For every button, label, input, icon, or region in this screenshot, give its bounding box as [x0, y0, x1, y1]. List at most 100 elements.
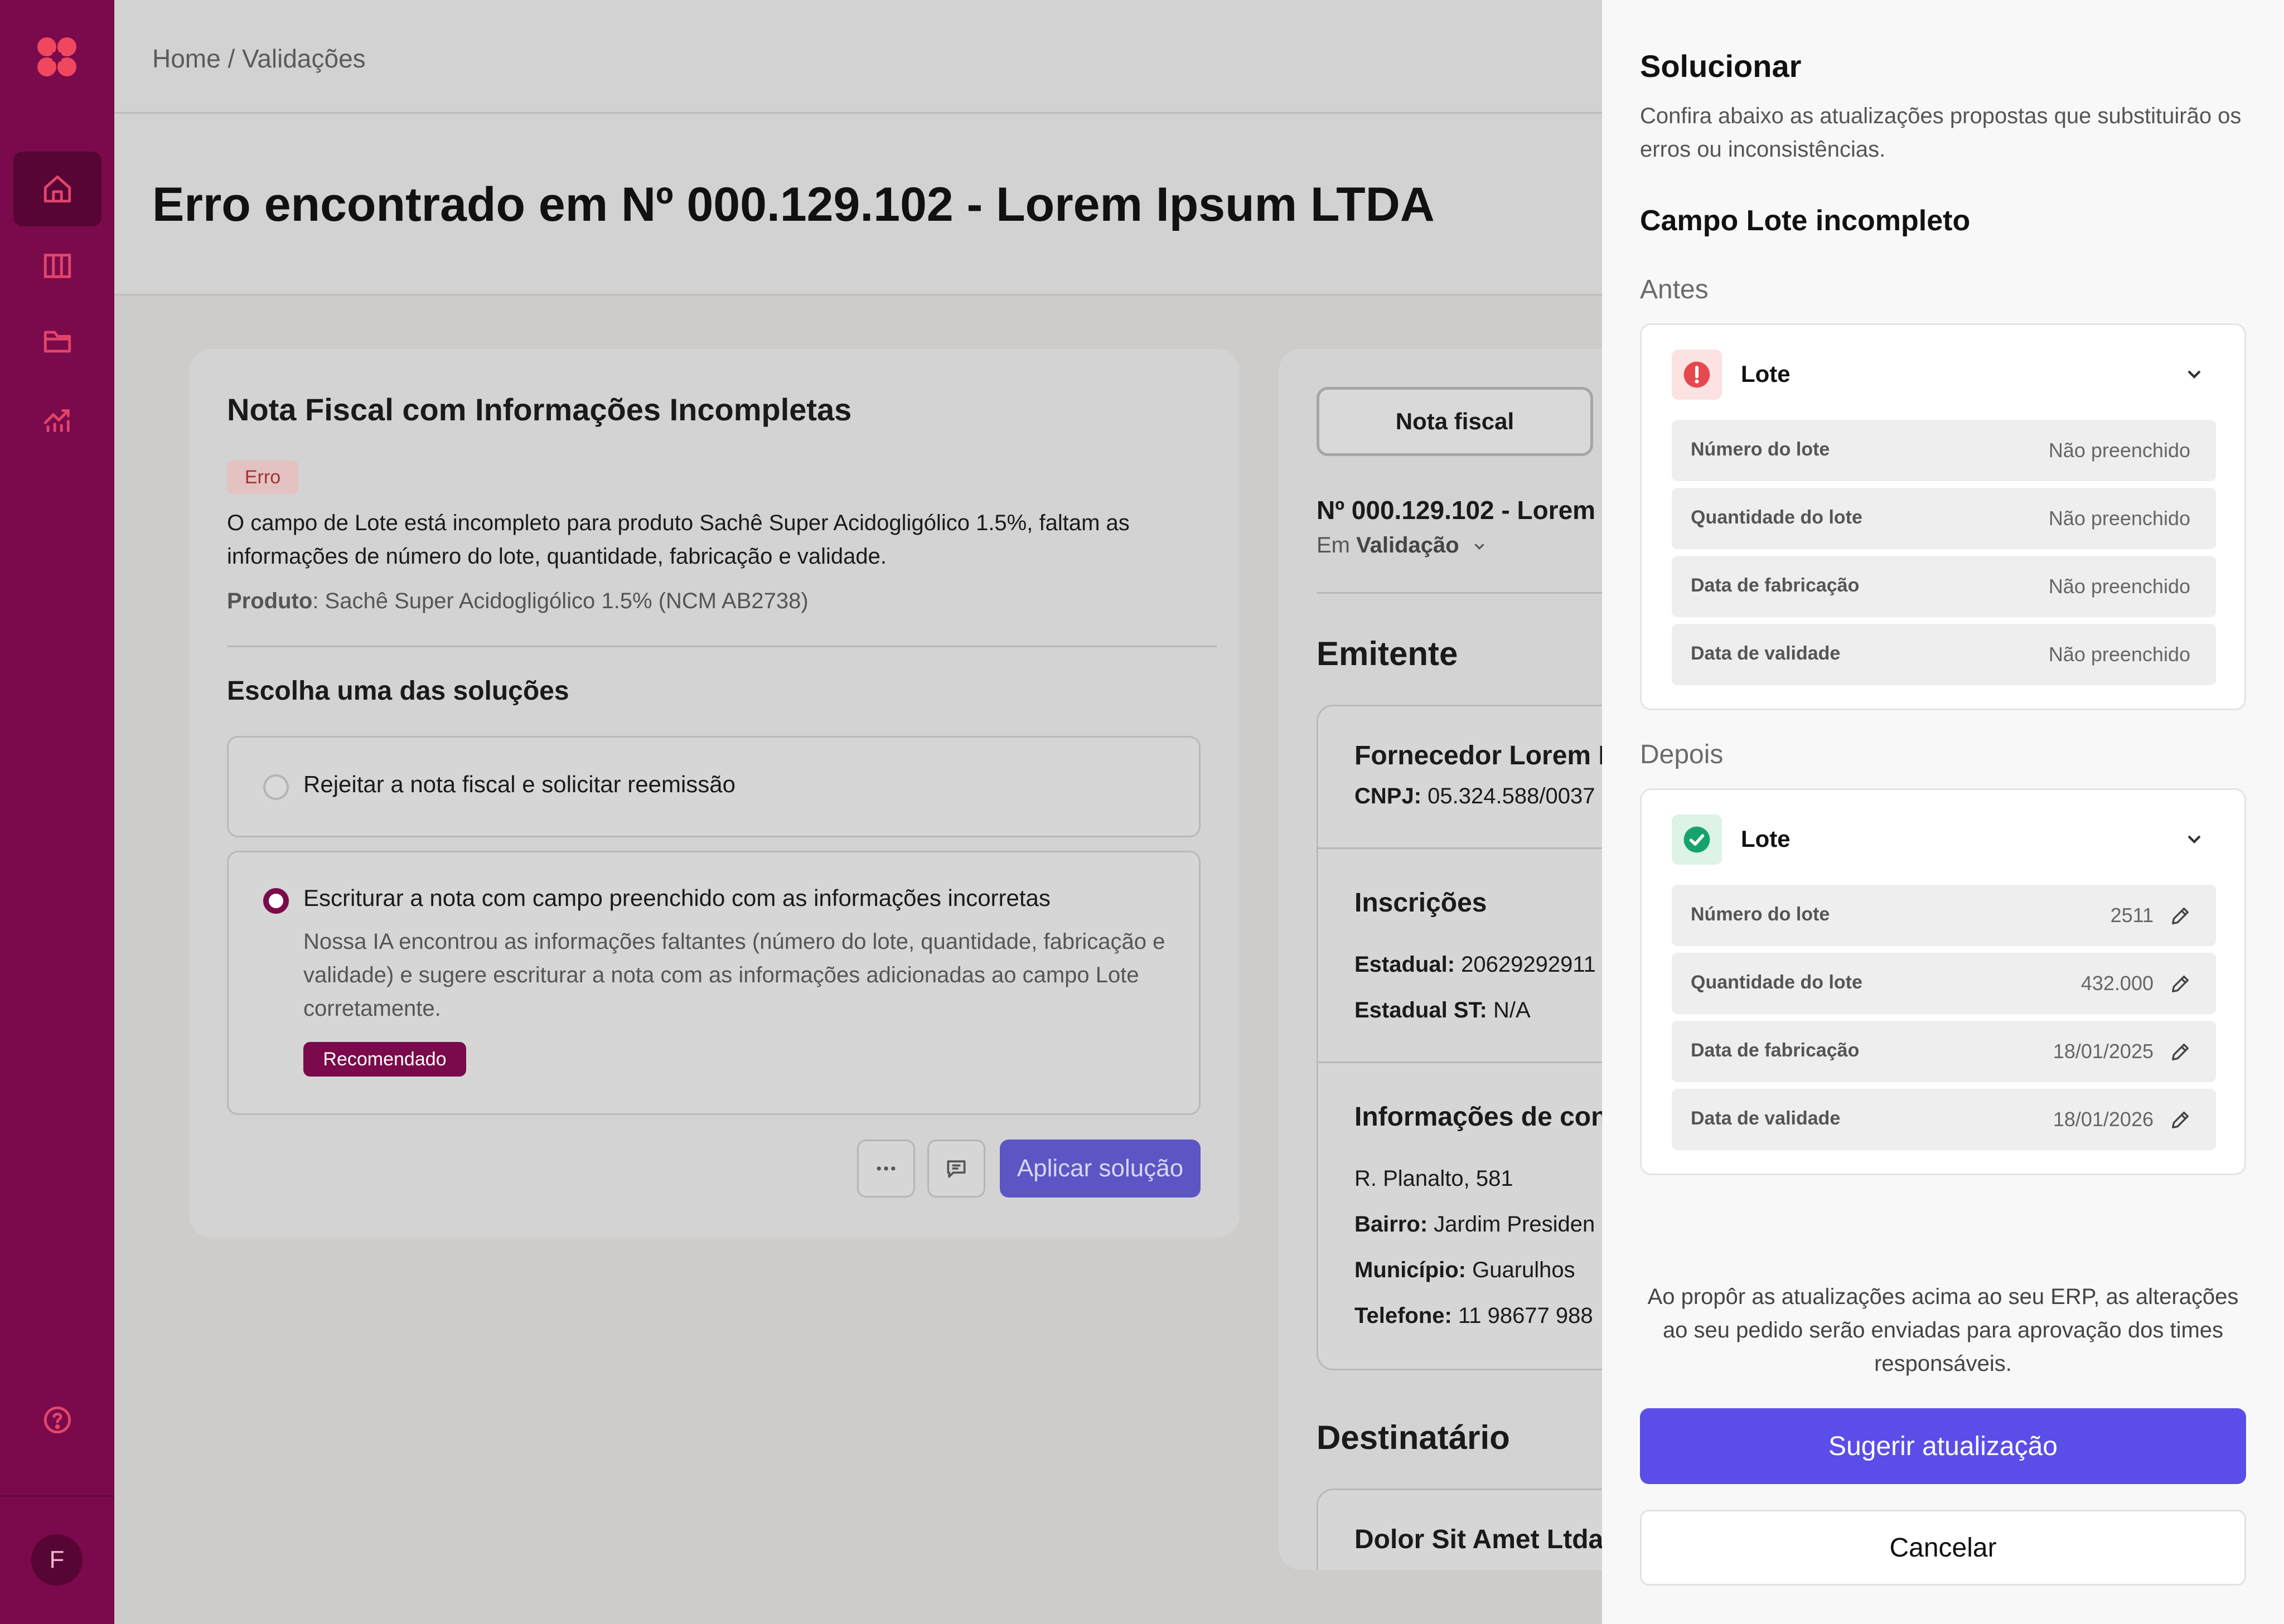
cnpj: CNPJ: 05.324.588/0037	[1354, 784, 1595, 809]
more-icon	[877, 1166, 896, 1171]
status-dropdown[interactable]: Em Validação	[1317, 533, 1488, 558]
error-badge: Erro	[227, 460, 298, 494]
nav-home[interactable]	[13, 152, 101, 226]
cnpj-value: 05.324.588/0037	[1421, 784, 1595, 808]
chevron-down-icon[interactable]	[2183, 363, 2205, 385]
comment-icon	[947, 1160, 966, 1178]
bairro-label: Bairro:	[1354, 1212, 1428, 1237]
suggest-update-button[interactable]: Sugerir atualização	[1640, 1408, 2246, 1484]
nav-help[interactable]	[13, 1383, 101, 1457]
row-label: Número do lote	[1691, 904, 1830, 925]
field-name: Lote	[1741, 826, 1791, 852]
nav-analytics[interactable]	[13, 381, 101, 456]
chevron-down-icon	[1474, 544, 1484, 550]
card-description: O campo de Lote está incompleto para pro…	[227, 511, 1130, 569]
row-value: Não preenchido	[2048, 575, 2190, 598]
apply-solution-button[interactable]: Aplicar solução	[1000, 1140, 1201, 1198]
folder-icon	[43, 331, 71, 353]
option-label: Rejeitar a nota fiscal e solicitar reemi…	[303, 771, 735, 797]
emitente-title: Emitente	[1317, 635, 1458, 672]
breadcrumb[interactable]: Home / Validações	[152, 43, 366, 74]
estadual-st-label: Estadual ST:	[1354, 998, 1487, 1022]
recipient-name: Dolor Sit Amet Ltda	[1354, 1525, 1604, 1554]
row-label: Data de validade	[1691, 1108, 1841, 1129]
before-row: Data de validade Não preenchido	[1672, 624, 2216, 685]
success-status	[1672, 815, 1722, 865]
nav-columns[interactable]	[13, 229, 101, 303]
pencil-icon[interactable]	[2169, 1109, 2191, 1131]
avatar[interactable]: F	[31, 1534, 83, 1586]
row-value: 432.000	[2080, 972, 2154, 995]
after-row: Data de fabricação 18/01/2025	[1672, 1021, 2216, 1082]
cancel-button[interactable]: Cancelar	[1640, 1510, 2246, 1586]
supplier-name: Fornecedor Lorem Ip	[1354, 741, 1623, 770]
estadual-st-value: N/A	[1487, 998, 1531, 1022]
telefone-value: 11 98677 988	[1451, 1303, 1593, 1328]
cnpj-label: CNPJ:	[1354, 784, 1422, 808]
sidebar: F	[0, 0, 114, 1624]
row-value: Não preenchido	[2048, 507, 2190, 530]
telefone-label: Telefone:	[1354, 1303, 1452, 1328]
solution-option-fill[interactable]: Escriturar a nota com campo preenchido c…	[227, 851, 1201, 1115]
solution-option-reject[interactable]: Rejeitar a nota fiscal e solicitar reemi…	[227, 736, 1201, 837]
after-row: Quantidade do lote 432.000	[1672, 953, 2216, 1014]
radio-checked[interactable]	[263, 888, 289, 914]
estadual-st: Estadual ST: N/A	[1354, 998, 1531, 1023]
tab-nota-fiscal[interactable]: Nota fiscal	[1317, 387, 1593, 456]
row-label: Quantidade do lote	[1691, 507, 1862, 528]
check-circle-icon	[1683, 826, 1710, 853]
row-label: Quantidade do lote	[1691, 972, 1862, 993]
product-label: Produto	[227, 589, 313, 613]
sidebar-divider	[0, 1495, 114, 1497]
after-row: Data de validade 18/01/2026	[1672, 1089, 2216, 1150]
pencil-icon[interactable]	[2169, 905, 2191, 927]
contato-title: Informações de cont	[1354, 1102, 1617, 1132]
solve-panel: Solucionar Confira abaixo as atualizaçõe…	[1602, 0, 2284, 1624]
chart-icon	[43, 409, 70, 433]
estadual: Estadual: 20629292911	[1354, 952, 1596, 977]
before-label: Antes	[1640, 275, 1709, 304]
row-label: Data de validade	[1691, 643, 1841, 664]
field-name: Lote	[1741, 361, 1791, 387]
after-label: Depois	[1640, 740, 1724, 769]
error-card: Nota Fiscal com Informações Incompletas …	[189, 349, 1240, 1238]
after-row: Número do lote 2511	[1672, 885, 2216, 946]
product-value: : Sachê Super Acidogligólico 1.5% (NCM A…	[312, 589, 809, 613]
row-value: Não preenchido	[2048, 439, 2190, 462]
nav-folder[interactable]	[13, 304, 101, 379]
approval-note: Ao propôr as atualizações acima ao seu E…	[1647, 1284, 2239, 1376]
option-label: Escriturar a nota com campo preenchido c…	[303, 885, 1051, 911]
bairro-value: Jardim Presiden	[1428, 1212, 1595, 1237]
pencil-icon[interactable]	[2169, 1041, 2191, 1063]
more-button[interactable]	[857, 1140, 915, 1198]
address: R. Planalto, 581	[1354, 1166, 1513, 1191]
radio-unchecked[interactable]	[263, 774, 289, 800]
status-prefix: Em	[1317, 533, 1357, 558]
status-value: Validação	[1356, 533, 1459, 558]
before-row: Número do lote Não preenchido	[1672, 420, 2216, 481]
card-title: Nota Fiscal com Informações Incompletas	[227, 392, 852, 427]
before-row: Quantidade do lote Não preenchido	[1672, 488, 2216, 549]
error-status	[1672, 350, 1722, 400]
row-label: Data de fabricação	[1691, 1040, 1860, 1061]
chevron-down-icon[interactable]	[2183, 828, 2205, 850]
pencil-icon[interactable]	[2169, 973, 2191, 995]
invoice-number: Nº 000.129.102 - Lorem	[1317, 496, 1596, 525]
comment-button[interactable]	[927, 1140, 985, 1198]
alert-icon	[1683, 361, 1710, 388]
row-value: 2511	[2110, 904, 2154, 927]
panel-subtitle: Confira abaixo as atualizações propostas…	[1640, 104, 2242, 162]
estadual-label: Estadual:	[1354, 952, 1455, 977]
before-accordion[interactable]: Lote Número do lote Não preenchido Quant…	[1640, 323, 2246, 710]
solutions-title: Escolha uma das soluções	[227, 676, 569, 706]
help-icon	[43, 1406, 71, 1434]
row-value: Não preenchido	[2048, 643, 2190, 666]
telefone: Telefone: 11 98677 988	[1354, 1303, 1593, 1329]
after-accordion[interactable]: Lote Número do lote 2511 Quantidade do l…	[1640, 788, 2246, 1175]
municipio: Município: Guarulhos	[1354, 1258, 1575, 1283]
home-icon	[43, 175, 71, 203]
before-row: Data de fabricação Não preenchido	[1672, 556, 2216, 617]
row-value: 18/01/2025	[2053, 1040, 2154, 1063]
columns-icon	[43, 254, 71, 278]
destinatario-title: Destinatário	[1317, 1419, 1510, 1456]
